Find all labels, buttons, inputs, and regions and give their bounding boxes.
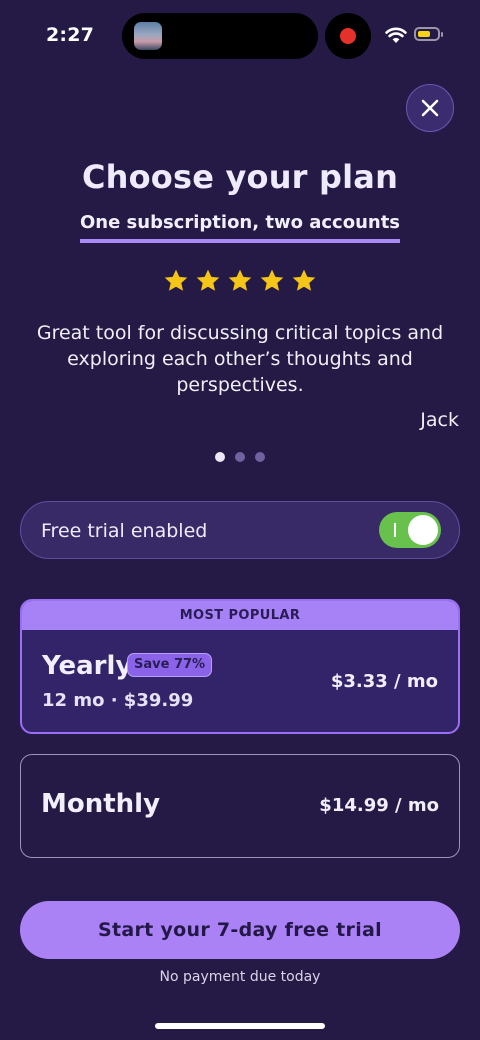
plan-price: $14.99 / mo xyxy=(319,795,439,816)
carousel-dot[interactable] xyxy=(235,452,245,462)
star-icon xyxy=(196,269,220,291)
home-indicator[interactable] xyxy=(155,1023,325,1029)
plan-option-yearly[interactable]: MOST POPULAR Yearly Save 77% 12 mo · $39… xyxy=(20,599,460,734)
screen-recording-icon xyxy=(340,28,356,44)
plan-detail: 12 mo · $39.99 xyxy=(42,690,194,711)
dynamic-island xyxy=(122,13,318,59)
plan-name: Monthly xyxy=(41,789,161,819)
subtitle-container: One subscription, two accounts xyxy=(0,212,480,243)
close-button[interactable] xyxy=(406,84,454,132)
plan-option-monthly[interactable]: Monthly $14.99 / mo xyxy=(20,754,460,858)
free-trial-row[interactable]: Free trial enabled xyxy=(20,501,460,559)
payment-note: No payment due today xyxy=(159,969,321,985)
save-badge: Save 77% xyxy=(127,653,213,677)
most-popular-banner: MOST POPULAR xyxy=(22,601,458,630)
wifi-icon xyxy=(385,27,407,43)
battery-level xyxy=(418,31,430,37)
plan-price: $3.33 / mo xyxy=(330,671,438,692)
screen-recording-indicator xyxy=(325,13,371,59)
app-thumbnail-icon xyxy=(134,22,162,50)
plan-name: Yearly xyxy=(42,651,133,681)
toggle-on-mark xyxy=(394,523,396,537)
rating-stars xyxy=(0,268,480,294)
toggle-knob xyxy=(408,515,438,545)
free-trial-toggle[interactable] xyxy=(379,512,441,548)
start-trial-button[interactable]: Start your 7-day free trial xyxy=(20,901,460,959)
carousel-dot[interactable] xyxy=(215,452,225,462)
carousel-pagination[interactable] xyxy=(0,452,480,462)
star-icon xyxy=(228,269,252,291)
star-icon xyxy=(164,269,188,291)
page-subtitle: One subscription, two accounts xyxy=(79,212,401,243)
battery-icon xyxy=(414,27,440,41)
close-icon xyxy=(421,99,439,117)
star-icon xyxy=(292,269,316,291)
battery-cap xyxy=(441,32,443,37)
testimonial-author: Jack xyxy=(420,409,459,431)
testimonial-text: Great tool for discussing critical topic… xyxy=(36,322,444,396)
star-icon xyxy=(260,269,284,291)
carousel-dot[interactable] xyxy=(255,452,265,462)
free-trial-label: Free trial enabled xyxy=(41,520,208,542)
status-time: 2:27 xyxy=(46,24,95,46)
page-title: Choose your plan xyxy=(81,158,399,196)
